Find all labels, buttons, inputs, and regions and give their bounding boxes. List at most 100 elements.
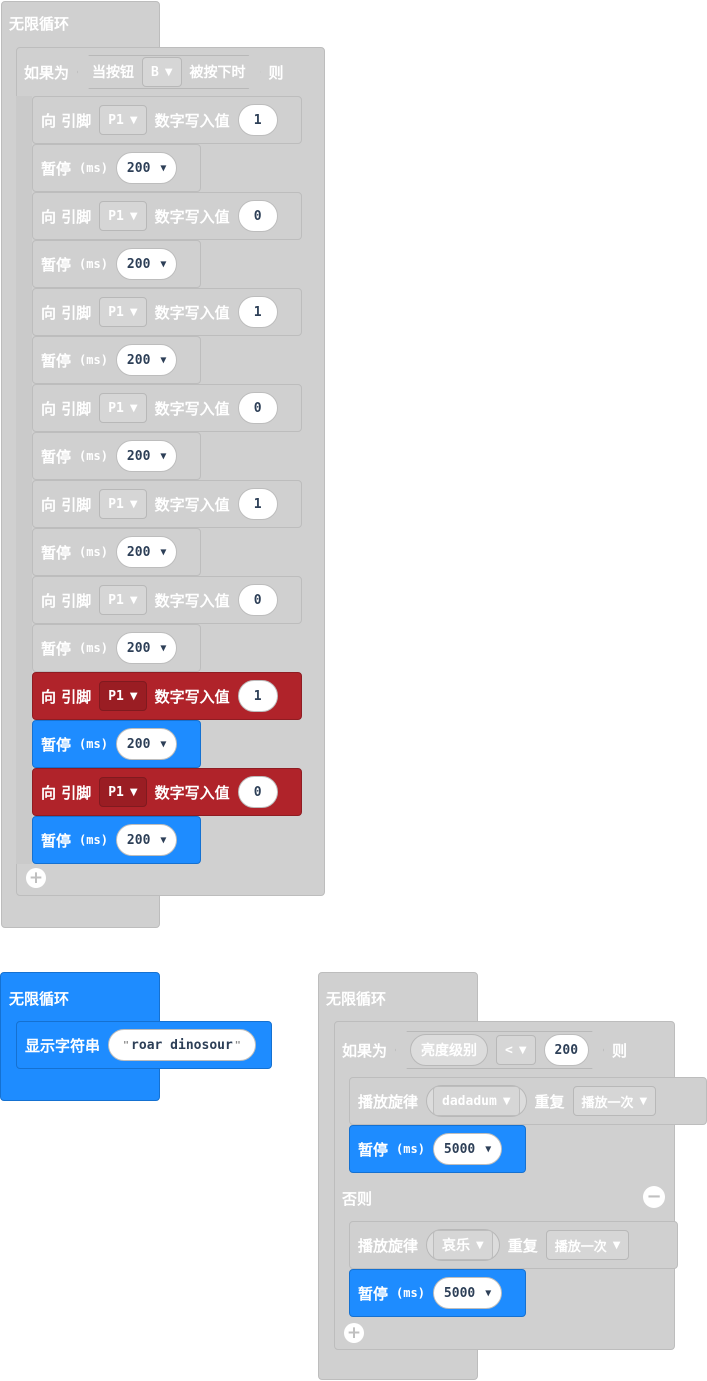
button-pressed-condition[interactable]: 当按钮 B ▼ 被按下时 [77,55,261,89]
show-string-block[interactable]: 显示字符串 " roar dinosour " [16,1021,272,1069]
pause-value-dropdown[interactable]: 200 ▼ [115,248,178,280]
write-action-label: 数字写入值 [154,303,230,322]
pin-dropdown[interactable]: P1 ▼ [99,297,147,327]
pause-block[interactable]: 暂停 (ms) 200 ▼ [32,720,201,768]
write-action-label: 数字写入值 [154,687,230,706]
digital-write-block[interactable]: 向 引脚 P1 ▼ 数字写入值 0 [32,576,302,624]
pin-dropdown[interactable]: P1 ▼ [99,681,147,711]
pin-dropdown[interactable]: P1 ▼ [99,201,147,231]
pause-label: 暂停 [41,159,72,178]
button-dropdown[interactable]: B ▼ [142,57,182,87]
pause-value-dropdown[interactable]: 200 ▼ [115,152,178,184]
pause-unit: (ms) [79,833,108,847]
pause-unit: (ms) [396,1286,425,1300]
condition-prefix: 当按钮 [92,65,135,81]
digital-write-block[interactable]: 向 引脚 P1 ▼ 数字写入值 1 [32,96,302,144]
write-pin-prefix: 向 引脚 [41,207,92,226]
write-pin-prefix: 向 引脚 [41,111,92,130]
loop2-title: 无限循环 [9,990,70,1008]
compare-value-input[interactable]: 200 [544,1034,589,1066]
pause-value-dropdown[interactable]: 200 ▼ [115,632,178,664]
pin-dropdown[interactable]: P1 ▼ [99,777,147,807]
digital-write-block[interactable]: 向 引脚 P1 ▼ 数字写入值 1 [32,480,302,528]
melody-selector[interactable]: dadadum ▼ [426,1085,527,1117]
write-pin-prefix: 向 引脚 [41,399,92,418]
plus-icon[interactable]: + [26,868,46,888]
write-action-label: 数字写入值 [154,111,230,130]
write-action-label: 数字写入值 [154,783,230,802]
triangle-down-icon: ▼ [160,738,167,750]
digital-write-block[interactable]: 向 引脚 P1 ▼ 数字写入值 0 [32,384,302,432]
pause-label: 暂停 [41,543,72,562]
triangle-down-icon: ▼ [160,450,167,462]
pause-block[interactable]: 暂停 (ms) 200 ▼ [32,816,201,864]
write-pin-prefix: 向 引脚 [41,303,92,322]
pause-unit: (ms) [79,161,108,175]
pause-value-dropdown[interactable]: 200 ▼ [115,344,178,376]
triangle-down-icon: ▼ [129,402,138,414]
write-value-input[interactable]: 1 [237,104,278,136]
pause-value-dropdown[interactable]: 5000 ▼ [432,1277,503,1309]
pause-value-dropdown[interactable]: 5000 ▼ [432,1133,503,1165]
minus-icon[interactable]: − [643,1186,665,1208]
pause-block[interactable]: 暂停 (ms) 200 ▼ [32,528,201,576]
write-value-input[interactable]: 1 [237,488,278,520]
triangle-down-icon: ▼ [164,66,173,78]
digital-write-block[interactable]: 向 引脚 P1 ▼ 数字写入值 1 [32,288,302,336]
write-action-label: 数字写入值 [154,495,230,514]
pause-label: 暂停 [41,639,72,658]
pause-label: 暂停 [41,255,72,274]
pin-dropdown[interactable]: P1 ▼ [99,393,147,423]
pause-block[interactable]: 暂停 (ms) 5000 ▼ [349,1269,526,1317]
triangle-down-icon: ▼ [160,834,167,846]
else-label: 否则 [342,1190,373,1208]
plus-icon[interactable]: + [344,1323,364,1343]
digital-write-block[interactable]: 向 引脚 P1 ▼ 数字写入值 0 [32,768,302,816]
write-value-input[interactable]: 1 [237,296,278,328]
write-value-input[interactable]: 0 [237,200,278,232]
repeat-dropdown[interactable]: 播放一次 ▼ [545,1230,630,1260]
pause-label: 暂停 [358,1140,389,1159]
pause-value-dropdown[interactable]: 200 ▼ [115,824,178,856]
play-melody-label: 播放旋律 [358,1092,419,1111]
loop1-if-header: 如果为 当按钮 B ▼ 被按下时 则 [24,55,284,89]
play-melody-block[interactable]: 播放旋律 dadadum ▼ 重复 播放一次 ▼ [349,1077,707,1125]
pause-block[interactable]: 暂停 (ms) 200 ▼ [32,144,201,192]
triangle-down-icon: ▼ [160,642,167,654]
write-value-input[interactable]: 1 [237,680,278,712]
light-level-reporter[interactable]: 亮度级别 [410,1034,488,1066]
pause-value-dropdown[interactable]: 200 ▼ [115,440,178,472]
pause-block[interactable]: 暂停 (ms) 200 ▼ [32,624,201,672]
write-pin-prefix: 向 引脚 [41,783,92,802]
if-label: 如果为 [342,1041,388,1060]
pause-unit: (ms) [79,641,108,655]
pin-dropdown[interactable]: P1 ▼ [99,489,147,519]
repeat-dropdown[interactable]: 播放一次 ▼ [572,1086,657,1116]
condition-suffix: 被按下时 [189,65,246,81]
triangle-down-icon: ▼ [518,1044,527,1056]
then-label: 则 [268,63,284,82]
pause-value-dropdown[interactable]: 200 ▼ [115,536,178,568]
pause-value-dropdown[interactable]: 200 ▼ [115,728,178,760]
triangle-down-icon: ▼ [612,1239,621,1251]
string-input[interactable]: " roar dinosour " [108,1029,256,1061]
digital-write-block[interactable]: 向 引脚 P1 ▼ 数字写入值 1 [32,672,302,720]
pin-dropdown[interactable]: P1 ▼ [99,105,147,135]
pause-block[interactable]: 暂停 (ms) 200 ▼ [32,240,201,288]
write-pin-prefix: 向 引脚 [41,495,92,514]
melody-dropdown[interactable]: dadadum ▼ [433,1086,520,1116]
operator-dropdown[interactable]: < ▼ [496,1035,536,1065]
pause-block[interactable]: 暂停 (ms) 200 ▼ [32,432,201,480]
triangle-down-icon: ▼ [160,162,167,174]
play-melody-block[interactable]: 播放旋律 哀乐 ▼ 重复 播放一次 ▼ [349,1221,678,1269]
write-value-input[interactable]: 0 [237,392,278,424]
pause-block[interactable]: 暂停 (ms) 5000 ▼ [349,1125,526,1173]
write-value-input[interactable]: 0 [237,584,278,616]
melody-dropdown[interactable]: 哀乐 ▼ [433,1230,493,1260]
pause-block[interactable]: 暂停 (ms) 200 ▼ [32,336,201,384]
light-level-condition[interactable]: 亮度级别 < ▼ 200 [395,1031,604,1069]
melody-selector[interactable]: 哀乐 ▼ [426,1229,500,1261]
write-value-input[interactable]: 0 [237,776,278,808]
digital-write-block[interactable]: 向 引脚 P1 ▼ 数字写入值 0 [32,192,302,240]
pin-dropdown[interactable]: P1 ▼ [99,585,147,615]
